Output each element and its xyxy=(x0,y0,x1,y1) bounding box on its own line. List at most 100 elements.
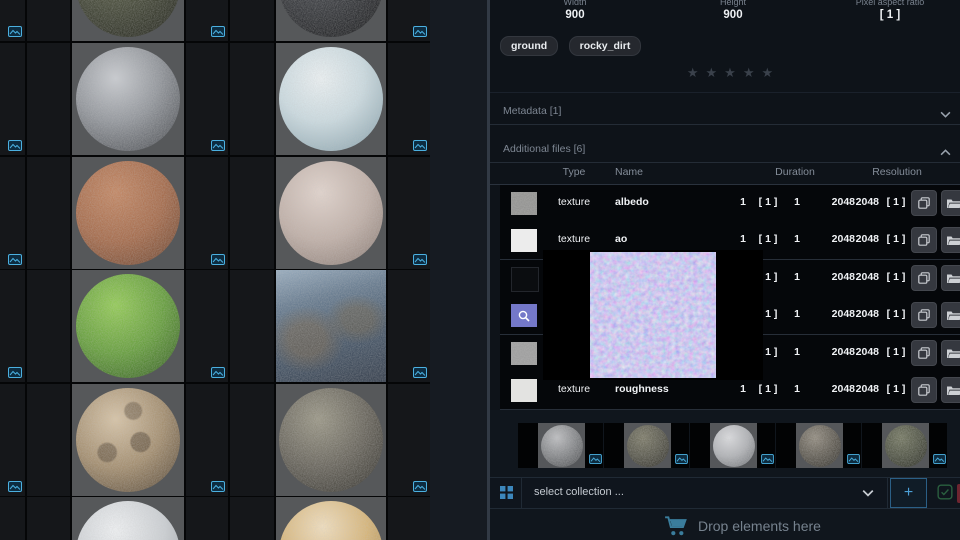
zoom-thumbnail[interactable] xyxy=(511,304,537,327)
additional-files-section-header[interactable]: Additional files [6] xyxy=(503,143,585,155)
collection-select[interactable]: select collection ... xyxy=(521,478,888,508)
grid-cell[interactable] xyxy=(0,0,25,41)
grid-cell[interactable] xyxy=(186,497,228,540)
star-icon[interactable]: ★ xyxy=(702,65,721,80)
strip-item[interactable] xyxy=(862,423,947,468)
open-folder-button[interactable] xyxy=(941,340,960,366)
grid-cell[interactable] xyxy=(388,157,430,269)
file-thumbnail[interactable] xyxy=(511,267,539,292)
strip-thumbnail[interactable] xyxy=(710,423,757,468)
image-badge-icon xyxy=(211,481,225,492)
grid-cell[interactable] xyxy=(0,497,25,540)
add-collection-button[interactable]: + xyxy=(890,478,927,508)
copy-button[interactable] xyxy=(911,302,937,328)
grid-cell[interactable] xyxy=(186,43,228,155)
grid-cell[interactable] xyxy=(0,270,25,382)
copy-button[interactable] xyxy=(911,190,937,216)
file-type: texture xyxy=(544,233,604,245)
grid-cell[interactable] xyxy=(186,157,228,269)
grid-cell[interactable] xyxy=(186,0,228,41)
grid-cell[interactable] xyxy=(230,43,274,155)
material-preview[interactable] xyxy=(72,43,184,155)
field-value-width[interactable]: 900 xyxy=(535,9,615,21)
material-preview[interactable] xyxy=(276,43,386,155)
grid-cell[interactable] xyxy=(388,43,430,155)
file-thumbnail[interactable] xyxy=(511,379,537,402)
grid-cell[interactable] xyxy=(27,270,70,382)
grid-cell[interactable] xyxy=(0,384,25,496)
material-preview[interactable] xyxy=(72,0,184,41)
grid-cell[interactable] xyxy=(388,497,430,540)
drop-elements-label[interactable]: Drop elements here xyxy=(698,518,821,534)
material-preview[interactable] xyxy=(276,497,386,540)
copy-button[interactable] xyxy=(911,377,937,403)
grid-cell[interactable] xyxy=(27,43,70,155)
material-preview[interactable] xyxy=(72,157,184,269)
open-folder-button[interactable] xyxy=(941,377,960,403)
grid-cell[interactable] xyxy=(0,43,25,155)
material-preview[interactable] xyxy=(276,270,386,382)
strip-sphere-dark-rock xyxy=(799,425,841,467)
material-texture-water-pebbles xyxy=(276,270,386,382)
grid-cell[interactable] xyxy=(230,497,274,540)
file-thumbnail[interactable] xyxy=(511,342,537,365)
grid-cell[interactable] xyxy=(230,0,274,41)
open-folder-button[interactable] xyxy=(941,265,960,291)
open-folder-button[interactable] xyxy=(941,227,960,253)
star-icon[interactable]: ★ xyxy=(683,65,702,80)
strip-item[interactable] xyxy=(518,423,603,468)
strip-item[interactable] xyxy=(604,423,689,468)
strip-item[interactable] xyxy=(690,423,775,468)
copy-button[interactable] xyxy=(911,265,937,291)
star-icon[interactable]: ★ xyxy=(739,65,758,80)
open-folder-button[interactable] xyxy=(941,190,960,216)
grid-cell[interactable] xyxy=(230,384,274,496)
copy-button[interactable] xyxy=(911,227,937,253)
material-preview[interactable] xyxy=(72,270,184,382)
material-sphere-gray-rock xyxy=(279,388,383,492)
grid-cell[interactable] xyxy=(27,384,70,496)
file-thumbnail[interactable] xyxy=(511,229,537,252)
grid-cell[interactable] xyxy=(27,157,70,269)
save-collection-button[interactable] xyxy=(934,482,956,504)
field-value-pixel-aspect[interactable]: [ 1 ] xyxy=(830,9,950,21)
open-folder-button[interactable] xyxy=(941,302,960,328)
chevron-down-icon[interactable] xyxy=(862,489,874,497)
material-preview[interactable] xyxy=(276,0,386,41)
chevron-up-icon[interactable] xyxy=(940,149,951,156)
grid-cell[interactable] xyxy=(186,384,228,496)
tag-ground[interactable]: ground xyxy=(500,36,558,56)
field-value-height[interactable]: 900 xyxy=(693,9,773,21)
material-preview[interactable] xyxy=(72,497,184,540)
file-thumbnail[interactable] xyxy=(511,192,537,215)
duration-fps: 1 xyxy=(782,308,812,320)
grid-cell[interactable] xyxy=(230,157,274,269)
grid-cell[interactable] xyxy=(0,157,25,269)
strip-thumbnail[interactable] xyxy=(882,423,929,468)
chevron-down-icon[interactable] xyxy=(940,111,951,118)
grid-cell[interactable] xyxy=(27,497,70,540)
star-icon[interactable]: ★ xyxy=(721,65,740,80)
material-preview[interactable] xyxy=(276,157,386,269)
file-row-albedo[interactable]: texture albedo 1 [ 1 ] 1 2048 2048 [ 1 ] xyxy=(500,185,960,223)
grid-cell[interactable] xyxy=(388,0,430,41)
tag-rocky-dirt[interactable]: rocky_dirt xyxy=(569,36,642,56)
grid-cell[interactable] xyxy=(27,0,70,41)
strip-thumbnail[interactable] xyxy=(538,423,585,468)
material-preview[interactable] xyxy=(72,384,184,496)
grid-cell[interactable] xyxy=(230,270,274,382)
texture-preview-popup xyxy=(543,250,763,380)
grid-cell[interactable] xyxy=(388,384,430,496)
copy-icon xyxy=(917,271,931,285)
grid-cell[interactable] xyxy=(388,270,430,382)
strip-item[interactable] xyxy=(776,423,861,468)
metadata-section-header[interactable]: Metadata [1] xyxy=(503,105,561,117)
star-icon[interactable]: ★ xyxy=(758,65,777,80)
rating-stars[interactable]: ★★★★★ xyxy=(682,64,778,82)
grid-view-button[interactable] xyxy=(494,482,518,506)
strip-thumbnail[interactable] xyxy=(624,423,671,468)
copy-button[interactable] xyxy=(911,340,937,366)
material-preview[interactable] xyxy=(276,384,386,496)
grid-cell[interactable] xyxy=(186,270,228,382)
strip-thumbnail[interactable] xyxy=(796,423,843,468)
